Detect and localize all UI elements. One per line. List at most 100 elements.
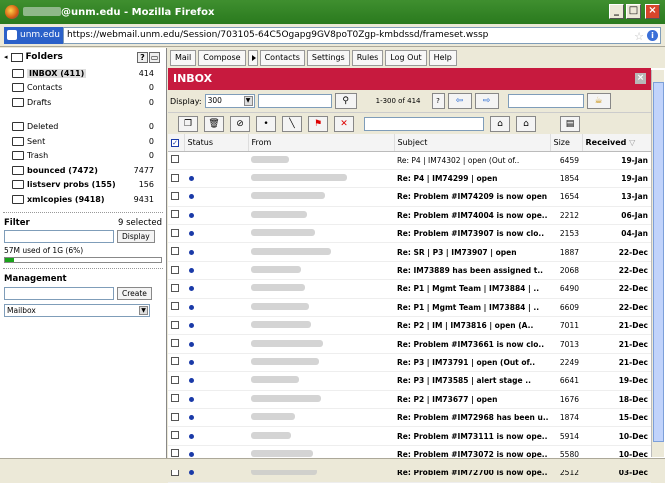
folder-item[interactable]: Deleted 0 [0,120,166,135]
next-page-icon[interactable]: ⇨ [474,93,499,109]
reply-icon[interactable]: ⌂ [516,115,536,132]
table-row[interactable]: Re: Problem #IM74209 is now open 1654 13-J… [168,187,651,207]
mailbox-type-select[interactable]: Mailbox ▼ [4,303,150,317]
folder-item[interactable]: Trash 0 [0,149,166,164]
mark-unread-icon[interactable]: ╲ [282,115,302,132]
row-checkbox[interactable] [168,187,184,207]
nav-mail[interactable]: Mail [170,50,197,66]
nav-settings[interactable]: Settings [306,50,350,66]
collapse-icon[interactable]: ▭ [149,51,160,63]
help-button[interactable]: ? [431,93,445,109]
search-icon[interactable]: ⚲ [334,93,357,109]
select-all-checkbox[interactable]: ✓ [168,134,185,152]
row-checkbox[interactable] [168,426,184,446]
nav-help[interactable]: Help [428,50,457,66]
flag-icon[interactable]: ⚑ [308,115,328,132]
row-checkbox[interactable] [168,224,184,244]
help-icon[interactable]: ? [137,51,148,63]
row-checkbox[interactable] [168,261,184,281]
subject-cell[interactable]: Re: P3 | IM73585 | alert stage .. [394,371,550,391]
subject-cell[interactable]: Re: Problem #IM73661 is now clo.. [394,334,550,354]
url-field[interactable]: https://webmail.unm.edu/Session/703105-6… [63,26,661,44]
search-input[interactable] [257,94,332,108]
table-row[interactable]: Re: P2 | IM73677 | open 1676 18-Dec [168,390,651,409]
folder-item[interactable]: listserv probs (155) 156 [0,178,166,193]
move-target-input[interactable] [507,94,584,108]
subject-cell[interactable]: Re: P1 | Mgmt Team | IM73884 | .. [394,298,550,318]
table-row[interactable]: Re: P3 | IM73791 | open (Out of.. 2249 21-… [168,353,651,373]
undelete-icon[interactable]: ⊘ [230,115,250,132]
subject-cell[interactable]: Re: Problem #IM73907 is now clo.. [394,224,550,244]
redirect-address-input[interactable] [364,116,484,131]
close-button[interactable]: × [645,4,660,19]
folder-item[interactable]: Contacts 0 [0,81,166,96]
nav-contacts[interactable]: Contacts [259,50,305,66]
table-row[interactable]: Re: Problem #IM73907 is now clo.. 2153 04-… [168,224,651,244]
copy-icon[interactable]: ❐ [178,115,198,132]
row-checkbox[interactable] [168,408,184,428]
display-count-select[interactable]: 300 ▼ [204,94,255,108]
nav-logout[interactable]: Log Out [385,50,427,66]
row-checkbox[interactable] [168,169,184,189]
previous-page-icon[interactable]: ⇦ [447,93,472,109]
table-row[interactable]: Re: Problem #IM72968 has been u.. 1874 15-… [168,408,651,428]
column-size[interactable]: Size [550,134,583,152]
minimize-button[interactable]: _ [609,4,624,19]
table-row[interactable]: Re: P2 | IM | IM73816 | open (A.. 7011 21-… [168,316,651,336]
table-row[interactable]: Re: P1 | Mgmt Team | IM73884 | .. 6490 22-… [168,279,651,299]
table-row[interactable]: Re: IM73889 has been assigned t.. 2068 22-… [168,261,651,281]
row-checkbox[interactable] [168,390,184,409]
scrollbar-thumb[interactable] [653,82,664,442]
row-checkbox[interactable] [168,353,184,373]
subject-cell[interactable]: Re: P4 | IM74302 | open (Out of.. [394,151,550,170]
row-checkbox[interactable] [168,242,184,262]
bookmark-star-icon[interactable]: ☆ [634,29,644,43]
maximize-button[interactable]: □ [626,4,641,19]
table-row[interactable]: Re: SR | P3 | IM73907 | open 1887 22-Dec [168,242,651,262]
display-button[interactable]: Display [117,229,155,243]
subject-cell[interactable]: Re: Problem #IM74209 is now open [394,187,550,207]
unflag-icon[interactable]: ✕ [334,115,354,132]
subject-cell[interactable]: Re: P3 | IM73791 | open (Out of.. [394,353,550,373]
subject-cell[interactable]: Re: Problem #IM72968 has been u.. [394,408,550,428]
row-checkbox[interactable] [168,298,184,318]
play-icon[interactable] [247,50,258,66]
subject-cell[interactable]: Re: Problem #IM73111 is now ope.. [394,426,550,446]
folder-item[interactable]: INBOX (411) 414 [0,66,166,81]
filter-input[interactable] [4,229,114,243]
table-row[interactable]: Re: P4 | IM74302 | open (Out of.. 6459 19-… [168,151,651,170]
subject-cell[interactable]: Re: P2 | IM | IM73816 | open (A.. [394,316,550,336]
row-checkbox[interactable] [168,279,184,299]
folder-item[interactable]: xmlcopies (9418) 9431 [0,192,166,207]
subject-cell[interactable]: Re: P4 | IM74299 | open [394,169,550,189]
column-received[interactable]: Received ▽ [582,134,652,152]
table-row[interactable]: Re: Problem #IM74004 is now ope.. 2212 06-… [168,206,651,226]
subject-cell[interactable]: Re: P1 | Mgmt Team | IM73884 | .. [394,279,550,299]
subject-cell[interactable]: Re: Problem #IM74004 is now ope.. [394,206,550,226]
create-button[interactable]: Create [117,286,152,300]
forward-icon[interactable]: ⌂ [490,115,510,132]
nav-rules[interactable]: Rules [351,50,384,66]
vertical-scrollbar[interactable] [651,70,664,457]
table-row[interactable]: Re: Problem #IM73111 is now ope.. 5914 10-… [168,426,651,446]
subject-cell[interactable]: Re: SR | P3 | IM73907 | open [394,242,550,262]
layout-icon[interactable]: ▤ [560,115,580,132]
mark-read-icon[interactable]: • [256,115,276,132]
delete-icon[interactable]: 🗑 [204,115,224,132]
table-row[interactable]: Re: Problem #IM73661 is now clo.. 7013 21-… [168,334,651,354]
row-checkbox[interactable] [168,206,184,226]
table-row[interactable]: Re: P1 | Mgmt Team | IM73884 | .. 6609 22-… [168,298,651,318]
move-icon[interactable]: ☕ [586,93,611,109]
folder-item[interactable]: bounced (7472) 7477 [0,163,166,178]
row-checkbox[interactable] [168,371,184,391]
subject-cell[interactable]: Re: IM73889 has been assigned t.. [394,261,550,281]
mailbox-name-input[interactable] [4,286,114,300]
column-subject[interactable]: Subject [394,134,551,152]
row-checkbox[interactable] [168,316,184,336]
table-row[interactable]: Re: P4 | IM74299 | open 1854 19-Jan [168,169,651,189]
site-identity-button[interactable]: unm.edu [4,26,63,44]
close-icon[interactable]: × [635,73,646,84]
row-checkbox[interactable] [168,334,184,354]
row-checkbox[interactable] [168,151,184,170]
column-from[interactable]: From [248,134,395,152]
